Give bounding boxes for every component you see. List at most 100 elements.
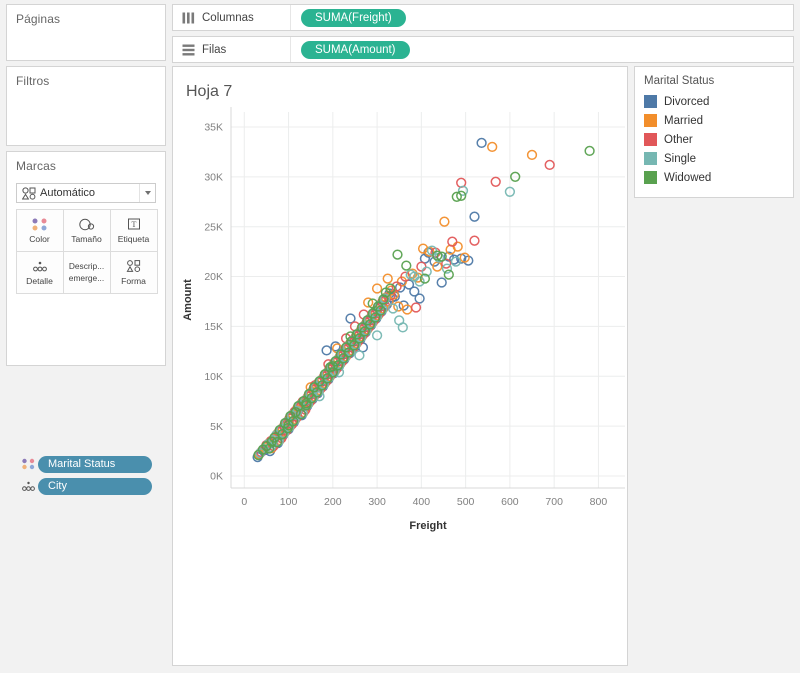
data-point [414,293,425,304]
data-point [490,176,501,187]
data-point [469,235,480,246]
x-tick-label: 700 [545,496,563,508]
color-dots-icon [18,457,38,471]
data-point [584,145,595,157]
legend-swatch [644,152,657,165]
label-t-icon: T [126,216,142,233]
shape-button[interactable]: Forma [109,250,158,294]
x-tick-label: 400 [413,496,431,508]
detail-button[interactable]: Detalle [15,250,64,294]
rows-shelf-label: Filas [202,43,227,56]
data-point [476,137,487,149]
columns-shelf-pill[interactable]: SUMA(Freight) [301,8,406,27]
y-tick-label: 20K [204,271,223,283]
scatter-plot[interactable]: 0K 5K 10K 15K 20K 25K 30K 35K 0 100 200 300 400 500 60… [173,67,627,665]
marks-pill-marital-status[interactable]: Marital Status [18,455,152,473]
legend-item-label: Divorced [664,95,710,108]
data-point [354,350,365,361]
legend-item[interactable]: Married [635,111,793,130]
x-tick-label: 600 [501,496,519,508]
columns-shelf-label: Columnas [202,11,254,24]
legend-item-label: Other [664,133,693,146]
detail-dots-icon [30,258,50,275]
color-dots-icon [30,216,50,233]
x-tick-label: 200 [324,496,342,508]
marks-card-title: Marcas [16,159,56,173]
mark-properties-grid: Color Tamaño T Etiqueta Detalle Descrip.… [15,208,158,294]
data-point [469,211,480,222]
y-tick-label: 35K [204,122,223,134]
y-tick-label: 30K [204,171,223,183]
tooltip-button-label-2: emerge... [68,273,105,283]
data-point [526,149,538,161]
color-button-label: Color [29,233,50,244]
color-legend-title: Marital Status [644,75,715,87]
chart-marks[interactable] [252,137,595,463]
detail-dots-icon [18,479,38,493]
x-tick-label: 100 [280,496,298,508]
rows-shelf-label-box: Filas [173,37,291,62]
y-axis-title: Amount [182,279,194,321]
mark-type-dropdown[interactable]: Automático [16,183,156,203]
chevron-down-icon[interactable] [139,184,155,202]
y-tick-label: 25K [204,221,223,233]
tooltip-button[interactable]: Descrip... emerge... [62,250,111,294]
y-tick-label: 15K [204,321,223,333]
marks-pill-city[interactable]: City [18,477,152,495]
legend-item[interactable]: Single [635,149,793,168]
columns-shelf-label-box: Columnas [173,5,291,30]
series-widowed[interactable] [253,145,595,461]
legend-item[interactable]: Divorced [635,92,793,111]
worksheet-view[interactable]: Hoja 7 0K 5K 10K 15K 20K 25K 30K 35K 0 100 200 300 4… [172,66,628,666]
color-button[interactable]: Color [15,208,64,252]
pages-card: Páginas [6,4,166,61]
label-button[interactable]: T Etiqueta [109,208,158,252]
x-tick-label: 800 [590,496,608,508]
rows-shelf-pill[interactable]: SUMA(Amount) [301,40,410,59]
y-tick-label: 0K [210,471,223,483]
marks-card: Marcas Automático Color Tamaño T Etiquet… [6,151,166,495]
legend-swatch [644,95,657,108]
size-button[interactable]: Tamaño [62,208,111,252]
data-point [439,216,450,227]
shapes-icon [22,186,36,200]
legend-item[interactable]: Other [635,130,793,149]
columns-icon [182,12,195,24]
data-point [443,269,454,280]
legend-swatch [644,171,657,184]
data-point [436,277,447,288]
tableau-worksheet-window: Páginas Filtros Marcas Automático Color … [0,0,800,673]
x-tick-label: 500 [457,496,475,508]
legend-swatch [644,133,657,146]
mark-type-label: Automático [40,187,96,199]
legend-item-label: Widowed [664,171,712,184]
filters-card-title: Filtros [16,74,50,88]
data-point [393,301,404,312]
filters-card: Filtros [6,66,166,146]
color-legend-items: Divorced Married Other Single Widowed [635,92,793,187]
tooltip-button-label: Descrip... [68,261,105,272]
shapes-icon [126,258,142,275]
x-tick-label: 0 [241,496,247,508]
svg-text:T: T [131,220,136,229]
size-circles-icon [77,216,97,233]
x-tick-label: 300 [368,496,386,508]
data-point [321,345,332,356]
rows-shelf[interactable]: Filas SUMA(Amount) [172,36,794,63]
legend-item[interactable]: Widowed [635,168,793,187]
marks-pill-label: City [38,477,152,495]
legend-item-label: Married [664,114,703,127]
color-legend-card: Marital Status Divorced Married Other Singl… [634,66,794,198]
columns-shelf[interactable]: Columnas SUMA(Freight) [172,4,794,31]
rows-icon [182,44,195,56]
data-point [487,141,498,153]
y-tick-label: 5K [210,421,223,433]
data-point [382,273,393,284]
data-point [392,249,403,260]
detail-button-label: Detalle [26,275,53,286]
pages-card-title: Páginas [16,12,61,26]
data-point [397,322,408,333]
size-button-label: Tamaño [71,233,102,244]
legend-item-label: Single [664,152,696,165]
x-axis-title: Freight [409,520,447,532]
